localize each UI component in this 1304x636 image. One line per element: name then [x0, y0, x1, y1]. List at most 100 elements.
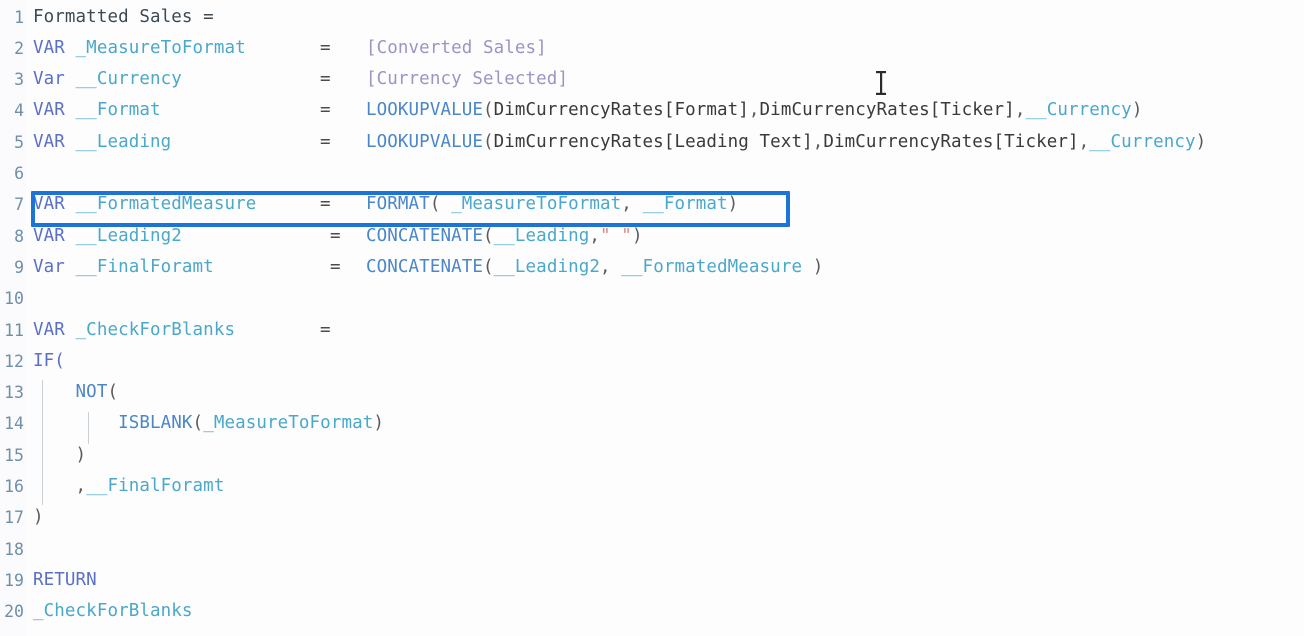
line-expression-4[interactable]: LOOKUPVALUE(DimCurrencyRates[Format],Dim…: [366, 95, 1142, 126]
line-content-3[interactable]: Var __Currency: [33, 64, 182, 95]
token-punct: (: [429, 194, 452, 215]
code-line-17[interactable]: 17): [0, 502, 1304, 533]
token-punct: ,: [748, 100, 760, 121]
line-number-5: 5: [14, 132, 24, 152]
token-var: __Leading2: [75, 225, 182, 246]
line-number-13: 13: [4, 383, 24, 403]
line-content-14[interactable]: ISBLANK(_MeasureToFormat): [33, 408, 384, 439]
token-punct: ,: [1078, 131, 1090, 152]
line-expression-5[interactable]: LOOKUPVALUE(DimCurrencyRates[Leading Tex…: [366, 127, 1206, 158]
token-punct: (: [483, 131, 494, 152]
line-content-1[interactable]: Formatted Sales =: [33, 2, 214, 33]
code-line-8[interactable]: 8 VAR __Leading2 = CONCATENATE(__Leading," …: [0, 221, 1304, 252]
token-kw: RETURN: [33, 569, 97, 590]
code-line-9[interactable]: 9 Var __FinalForamt = CONCATENATE(__Leading…: [0, 252, 1304, 283]
line-number-17: 17: [4, 508, 24, 528]
token-plain: Formatted Sales =: [33, 6, 214, 27]
token-kw: Var: [33, 256, 76, 277]
token-str: " ": [600, 225, 632, 246]
code-line-11[interactable]: 11 VAR _CheckForBlanks =: [0, 315, 1304, 346]
code-line-4[interactable]: 4 VAR __Format = LOOKUPVALUE(DimCurrencyRat…: [0, 95, 1304, 126]
token-punct: ): [1131, 100, 1143, 121]
line-number-4: 4: [14, 101, 24, 121]
code-line-14[interactable]: 14 ISBLANK(_MeasureToFormat): [0, 408, 1304, 439]
assignment-operator-line-5: =: [320, 131, 331, 152]
code-line-19[interactable]: 19 RETURN: [0, 565, 1304, 596]
code-line-15[interactable]: 15 ): [0, 440, 1304, 471]
line-number-19: 19: [4, 570, 24, 590]
line-content-17[interactable]: ): [33, 502, 44, 533]
assignment-operator-line-4: =: [320, 100, 331, 121]
token-var: __Leading: [75, 131, 172, 152]
token-punct: ,: [75, 476, 87, 496]
dax-formula-editor[interactable]: 1 Formatted Sales = 2 VAR _MeasureToFormat =…: [0, 0, 1304, 636]
token-kw: VAR: [33, 131, 76, 152]
line-content-20[interactable]: _CheckForBlanks: [33, 596, 193, 627]
code-line-6[interactable]: 6: [0, 158, 1304, 189]
line-expression-8[interactable]: CONCATENATE(__Leading," "): [366, 221, 643, 252]
token-fn: LOOKUPVALUE: [366, 131, 483, 152]
line-content-16[interactable]: ,__FinalForamt: [33, 471, 225, 502]
line-content-5[interactable]: VAR __Leading: [33, 127, 171, 158]
line-content-8[interactable]: VAR __Leading2: [33, 221, 182, 252]
line-content-9[interactable]: Var __FinalForamt: [33, 252, 214, 283]
line-content-4[interactable]: VAR __Format: [33, 95, 161, 126]
token-fn: ISBLANK: [118, 413, 193, 434]
token-var: _MeasureToFormat: [203, 413, 374, 434]
token-kw: IF(: [33, 350, 65, 371]
code-line-13[interactable]: 13 NOT(: [0, 377, 1304, 408]
token-var: __FormatedMeasure: [621, 256, 803, 277]
line-content-15[interactable]: ): [33, 440, 87, 471]
line-content-13[interactable]: NOT(: [33, 377, 118, 408]
code-line-20[interactable]: 20 _CheckForBlanks: [0, 596, 1304, 627]
code-line-3[interactable]: 3 Var __Currency = [Currency Selected]: [0, 64, 1304, 95]
token-var: __Currency: [1025, 100, 1132, 121]
token-punct: ,: [589, 225, 601, 246]
token-punct: (: [483, 100, 494, 121]
line-content-11[interactable]: VAR _CheckForBlanks: [33, 315, 235, 346]
token-punct: ): [33, 507, 44, 528]
line-number-10: 10: [4, 289, 24, 309]
code-line-2[interactable]: 2 VAR _MeasureToFormat = [Converted Sales]: [0, 33, 1304, 64]
token-measure: [Currency Selected]: [366, 69, 569, 90]
line-expression-2[interactable]: [Converted Sales]: [366, 33, 547, 64]
token-var: _CheckForBlanks: [33, 601, 193, 622]
line-content-12[interactable]: IF(: [33, 346, 65, 377]
token-var: __Leading2: [493, 256, 600, 277]
code-line-7[interactable]: 7 VAR __FormatedMeasure = FORMAT( _MeasureT…: [0, 189, 1304, 220]
token-kw: VAR: [33, 225, 76, 246]
token-punct: ): [1195, 131, 1207, 152]
token-punct: ): [75, 444, 87, 465]
line-content-19[interactable]: RETURN: [33, 565, 97, 596]
token-punct: ): [631, 225, 643, 246]
token-punct: ,: [1014, 100, 1026, 121]
token-table: DimCurrencyRates[Leading Text]: [493, 131, 813, 152]
code-line-10[interactable]: 10: [0, 283, 1304, 314]
token-var: __Format: [75, 100, 161, 121]
assignment-operator-line-8: =: [330, 225, 341, 246]
line-expression-3[interactable]: [Currency Selected]: [366, 64, 568, 95]
token-punct: ,: [621, 194, 643, 215]
code-line-16[interactable]: 16 ,__FinalForamt: [0, 471, 1304, 502]
line-expression-9[interactable]: CONCATENATE(__Leading2, __FormatedMeasur…: [366, 252, 823, 283]
assignment-operator-line-2: =: [320, 37, 331, 58]
line-number-3: 3: [14, 70, 24, 90]
code-line-12[interactable]: 12 IF(: [0, 346, 1304, 377]
token-var: __Currency: [75, 69, 182, 90]
token-punct: (: [483, 256, 494, 277]
line-number-1: 1: [14, 7, 24, 27]
token-kw: Var: [33, 69, 76, 90]
line-content-2[interactable]: VAR _MeasureToFormat: [33, 33, 246, 64]
line-number-18: 18: [4, 539, 24, 559]
code-line-1[interactable]: 1 Formatted Sales =: [0, 2, 1304, 33]
token-var: __FinalForamt: [86, 476, 225, 496]
code-line-5[interactable]: 5 VAR __Leading = LOOKUPVALUE(DimCurrencyRa…: [0, 127, 1304, 158]
code-line-18[interactable]: 18: [0, 534, 1304, 565]
line-content-7[interactable]: VAR __FormatedMeasure: [33, 189, 256, 220]
token-fn: FORMAT: [366, 194, 430, 215]
line-expression-7[interactable]: FORMAT( _MeasureToFormat, __Format): [366, 189, 738, 220]
token-var: __Format: [642, 194, 728, 215]
